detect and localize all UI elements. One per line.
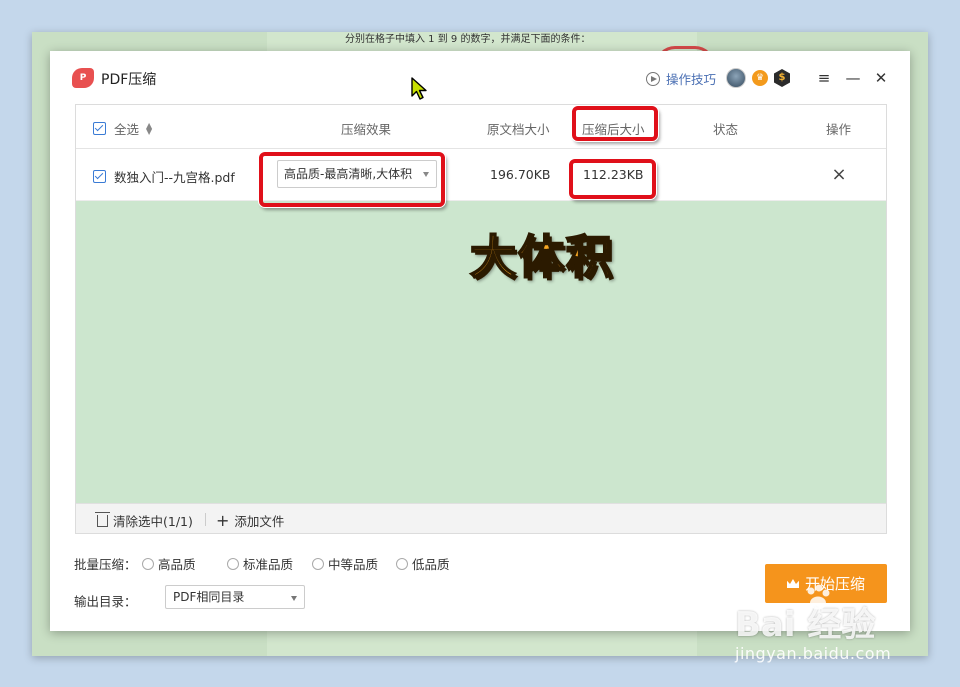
output-dir-value: PDF相同目录	[173, 590, 245, 604]
file-table: 全选 ▲ ▼ 压缩效果 原文档大小 压缩后大小 状态 操作 数独入门--九宫格.p…	[75, 104, 887, 534]
delete-row-icon[interactable]: ×	[830, 166, 848, 184]
radio-label: 低品质	[412, 557, 450, 572]
header-action: 操作	[826, 122, 852, 137]
select-all-label: 全选	[113, 122, 139, 137]
close-button[interactable]: ✕	[871, 68, 891, 88]
watermark-url: jingyan.baidu.com	[735, 644, 892, 663]
output-label: 输出目录：	[74, 594, 137, 609]
radio-label: 标准品质	[243, 557, 294, 572]
highlight-compressed-size	[569, 159, 656, 199]
chevron-down-icon	[291, 596, 297, 601]
output-dir-dropdown[interactable]: PDF相同目录	[165, 585, 305, 609]
radio-low-quality[interactable]: 低品质	[396, 554, 450, 573]
title-bar: P PDF压缩 操作技巧 ♛ $ ≡ — ✕	[50, 51, 910, 105]
radio-circle[interactable]	[142, 557, 154, 570]
footer-divider	[205, 513, 206, 526]
header-original-size: 原文档大小	[487, 122, 550, 137]
select-all-checkbox[interactable]	[93, 122, 106, 135]
table-footer: 清除选中(1/1) + 添加文件	[76, 503, 886, 533]
highlight-compressed-header	[572, 106, 658, 141]
clear-selected-button[interactable]: 清除选中(1/1)	[95, 511, 193, 530]
tips-label: 操作技巧	[666, 72, 717, 87]
radio-circle[interactable]	[312, 557, 324, 570]
plus-icon: +	[216, 510, 230, 530]
radio-label: 中等品质	[328, 557, 379, 572]
header-status: 状态	[713, 122, 739, 137]
vip-crown-icon[interactable]: ♛	[752, 70, 768, 86]
original-size: 196.70KB	[490, 167, 551, 182]
coin-icon[interactable]: $	[774, 69, 790, 87]
user-avatar[interactable]	[726, 68, 746, 88]
row-checkbox[interactable]	[93, 170, 106, 183]
radio-circle[interactable]	[227, 557, 239, 570]
menu-icon[interactable]: ≡	[814, 68, 834, 88]
radio-label: 高品质	[158, 557, 196, 572]
background-text: 分别在格子中填入 1 到 9 的数字，并满足下面的条件：	[345, 34, 591, 45]
app-title: PDF压缩	[101, 72, 157, 88]
paw-icon	[807, 584, 830, 610]
trash-icon	[95, 511, 110, 527]
file-cell: 数独入门--九宫格.pdf	[93, 167, 235, 186]
add-file-label: 添加文件	[234, 514, 285, 529]
minimize-button[interactable]: —	[843, 68, 863, 88]
play-circle-icon	[646, 71, 660, 86]
select-all[interactable]: 全选 ▲ ▼	[93, 119, 152, 138]
radio-medium-quality[interactable]: 中等品质	[312, 554, 378, 573]
file-name: 数独入门--九宫格.pdf	[113, 170, 235, 185]
sort-icon[interactable]: ▲ ▼	[146, 121, 152, 135]
tips-link[interactable]: 操作技巧	[646, 69, 716, 88]
annotation-text: 大体积	[469, 229, 614, 285]
header-effect: 压缩效果	[341, 122, 392, 137]
baidu-watermark: Bai 经验 jingyan.baidu.com	[735, 584, 891, 663]
radio-circle[interactable]	[396, 557, 408, 570]
clear-selected-label: 清除选中(1/1)	[113, 514, 193, 529]
highlight-quality-dropdown	[259, 152, 445, 207]
radio-standard-quality[interactable]: 标准品质	[227, 554, 293, 573]
pdf-compress-window: P PDF压缩 操作技巧 ♛ $ ≡ — ✕ 全选 ▲ ▼ 压缩效果 原文档大小 …	[50, 51, 910, 631]
radio-high-quality[interactable]: 高品质	[142, 554, 196, 573]
table-header: 全选 ▲ ▼ 压缩效果 原文档大小 压缩后大小 状态 操作	[76, 105, 886, 149]
batch-label: 批量压缩：	[74, 557, 137, 572]
crown-icon	[786, 579, 799, 588]
table-row: 数独入门--九宫格.pdf 高品质-最高清晰,大体积 196.70KB 112.…	[76, 150, 886, 201]
add-file-button[interactable]: + 添加文件	[216, 511, 284, 530]
app-logo-icon: P	[72, 68, 94, 88]
